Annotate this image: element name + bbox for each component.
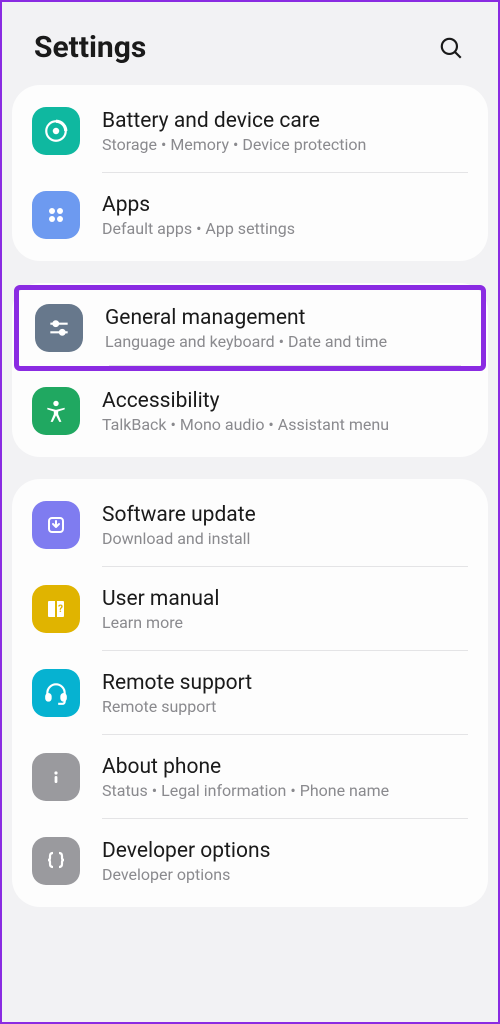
item-general-management[interactable]: General management Language and keyboard… [14, 285, 486, 371]
item-text: Software update Download and install [102, 503, 468, 548]
update-icon [32, 501, 80, 549]
item-text: Remote support Remote support [102, 671, 468, 716]
item-title: General management [105, 306, 465, 330]
item-about-phone[interactable]: About phone Status • Legal information •… [12, 735, 488, 819]
item-title: Battery and device care [102, 109, 468, 133]
item-accessibility[interactable]: Accessibility TalkBack • Mono audio • As… [12, 369, 488, 453]
item-subtitle: Learn more [102, 613, 468, 632]
item-text: About phone Status • Legal information •… [102, 755, 468, 800]
item-subtitle: Remote support [102, 697, 468, 716]
settings-group: Battery and device care Storage • Memory… [12, 85, 488, 261]
item-title: Apps [102, 193, 468, 217]
item-text: Battery and device care Storage • Memory… [102, 109, 468, 154]
header: Settings [2, 2, 498, 85]
item-title: User manual [102, 587, 468, 611]
search-icon [438, 35, 464, 61]
item-title: Accessibility [102, 389, 468, 413]
item-subtitle: Status • Legal information • Phone name [102, 781, 468, 800]
settings-group: Software update Download and install ? U… [12, 479, 488, 907]
item-software-update[interactable]: Software update Download and install [12, 483, 488, 567]
item-title: Software update [102, 503, 468, 527]
item-remote-support[interactable]: Remote support Remote support [12, 651, 488, 735]
page-title: Settings [34, 30, 146, 65]
item-title: Remote support [102, 671, 468, 695]
item-battery-device-care[interactable]: Battery and device care Storage • Memory… [12, 89, 488, 173]
item-text: General management Language and keyboard… [105, 306, 465, 351]
item-title: About phone [102, 755, 468, 779]
item-subtitle: Default apps • App settings [102, 219, 468, 238]
item-subtitle: Developer options [102, 865, 468, 884]
item-title: Developer options [102, 839, 468, 863]
svg-text:?: ? [58, 604, 63, 615]
item-user-manual[interactable]: ? User manual Learn more [12, 567, 488, 651]
device-care-icon [32, 107, 80, 155]
item-subtitle: Storage • Memory • Device protection [102, 135, 468, 154]
item-text: User manual Learn more [102, 587, 468, 632]
code-braces-icon [32, 837, 80, 885]
headset-icon [32, 669, 80, 717]
item-apps[interactable]: Apps Default apps • App settings [12, 173, 488, 257]
apps-icon [32, 191, 80, 239]
item-text: Apps Default apps • App settings [102, 193, 468, 238]
settings-group: General management Language and keyboard… [12, 283, 488, 457]
sliders-icon [35, 304, 83, 352]
search-button[interactable] [436, 33, 466, 63]
item-text: Accessibility TalkBack • Mono audio • As… [102, 389, 468, 434]
info-icon [32, 753, 80, 801]
item-text: Developer options Developer options [102, 839, 468, 884]
item-subtitle: Language and keyboard • Date and time [105, 332, 465, 351]
manual-icon: ? [32, 585, 80, 633]
item-subtitle: Download and install [102, 529, 468, 548]
item-developer-options[interactable]: Developer options Developer options [12, 819, 488, 903]
accessibility-icon [32, 387, 80, 435]
item-subtitle: TalkBack • Mono audio • Assistant menu [102, 415, 468, 434]
